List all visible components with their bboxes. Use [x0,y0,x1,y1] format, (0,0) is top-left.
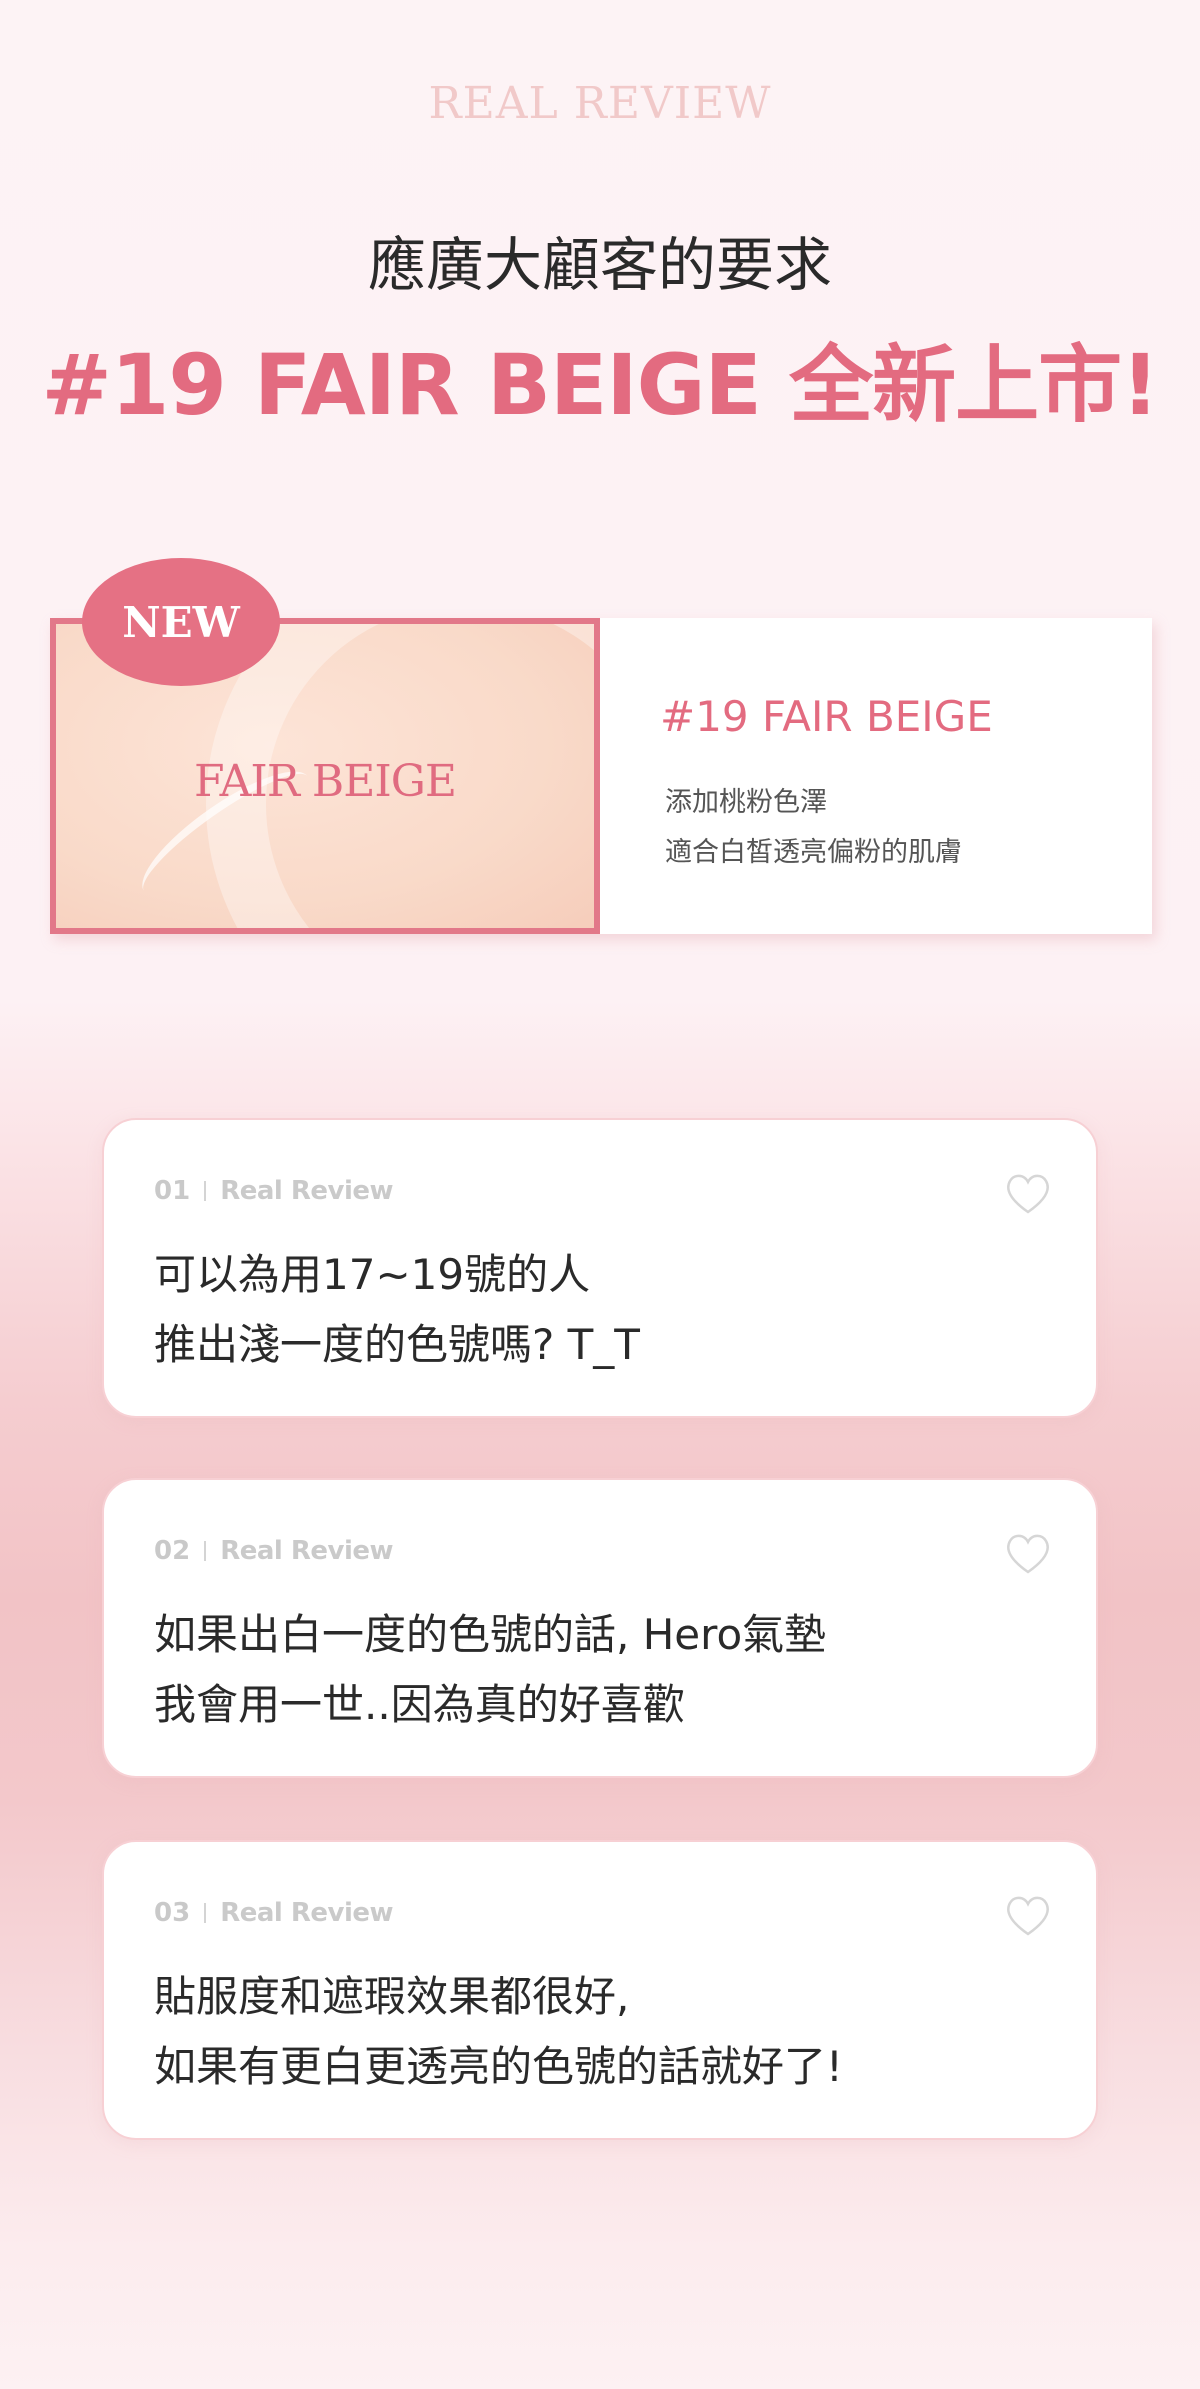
review-line: 如果出白一度的色號的話, Hero氣墊 [154,1610,827,1659]
review-text: 可以為用17~19號的人 推出淺一度的色號嗎? T_T [154,1240,640,1380]
new-badge: NEW [82,558,280,686]
section-label: REAL REVIEW [428,78,772,129]
heart-icon[interactable] [1004,1532,1052,1576]
meta-divider [204,1181,207,1201]
review-card: 02 Real Review 如果出白一度的色號的話, Hero氣墊 我會用一世… [102,1478,1098,1778]
heart-icon[interactable] [1004,1172,1052,1216]
review-number: 01 [154,1176,191,1206]
product-desc-line: 添加桃粉色澤 [665,787,827,818]
review-meta: 01 Real Review [154,1176,394,1206]
meta-divider [204,1541,207,1561]
review-meta: 03 Real Review [154,1898,394,1928]
review-line: 推出淺一度的色號嗎? T_T [154,1320,640,1369]
review-meta: 02 Real Review [154,1536,394,1566]
review-card: 03 Real Review 貼服度和遮瑕效果都很好, 如果有更白更透亮的色號的… [102,1840,1098,2140]
product-description: 添加桃粉色澤 適合白皙透亮偏粉的肌膚 [665,778,962,878]
product-desc-line: 適合白皙透亮偏粉的肌膚 [665,837,962,868]
review-number: 02 [154,1536,191,1566]
review-line: 如果有更白更透亮的色號的話就好了! [154,2042,843,2091]
review-tag: Real Review [220,1898,394,1928]
review-number: 03 [154,1898,191,1928]
review-card: 01 Real Review 可以為用17~19號的人 推出淺一度的色號嗎? T… [102,1118,1098,1418]
meta-divider [204,1903,207,1923]
review-line: 貼服度和遮瑕效果都很好, [154,1972,630,2021]
review-text: 如果出白一度的色號的話, Hero氣墊 我會用一世..因為真的好喜歡 [154,1600,826,1740]
review-line: 我會用一世..因為真的好喜歡 [154,1680,685,1729]
review-line: 可以為用17~19號的人 [154,1250,591,1299]
heart-icon[interactable] [1004,1894,1052,1938]
review-tag: Real Review [220,1176,394,1206]
swatch-label: FAIR BEIGE [193,756,457,807]
page-subtitle: 應廣大顧客的要求 [367,231,832,299]
product-name: #19 FAIR BEIGE [660,692,993,741]
review-text: 貼服度和遮瑕效果都很好, 如果有更白更透亮的色號的話就好了! [154,1962,843,2102]
page-headline: #19 FAIR BEIGE 全新上市! [41,336,1160,434]
review-tag: Real Review [220,1536,394,1566]
